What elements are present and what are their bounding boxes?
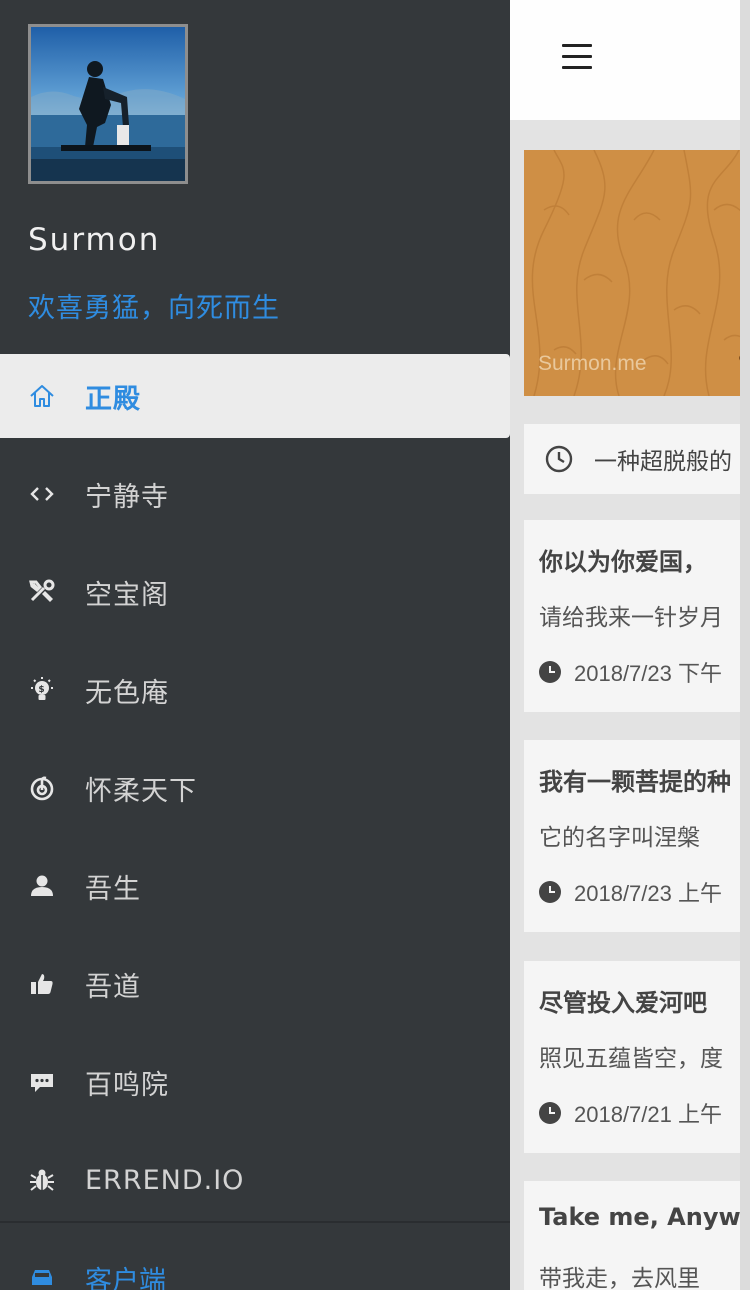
article-description: 带我走，去风里 xyxy=(539,1266,700,1290)
article-description: 请给我来一针岁月 xyxy=(539,605,723,631)
menu-item-home[interactable]: 正殿 xyxy=(0,354,510,438)
menu-item-label: ERREND.IO xyxy=(85,1164,245,1196)
banner-caption: Surmon.me xyxy=(538,352,647,375)
time-icon xyxy=(539,661,561,683)
menu-toggle-button[interactable] xyxy=(562,44,592,70)
clock-icon xyxy=(544,444,574,474)
home-icon xyxy=(28,381,56,411)
hamburger-line xyxy=(562,55,592,58)
menu-item-about[interactable]: 吾生 xyxy=(0,837,510,935)
article-card[interactable]: 你以为你爱国， 请给我来一针岁月 2018/7/23 下午 xyxy=(524,520,740,712)
comment-icon xyxy=(28,1067,56,1097)
article-date: 2018/7/21 上午 xyxy=(574,1102,722,1127)
article-description: 它的名字叫涅槃 xyxy=(539,825,700,851)
menu-item-ideas[interactable]: $ 无色庵 xyxy=(0,641,510,739)
top-header xyxy=(510,0,740,120)
avatar[interactable] xyxy=(28,24,188,184)
menu-item-label: 百鸣院 xyxy=(85,1069,169,1101)
menu-item-label: 吾道 xyxy=(85,971,141,1003)
menu-item-label: 吾生 xyxy=(85,873,141,905)
article-date: 2018/7/23 下午 xyxy=(574,661,722,686)
announcement-text: 一种超脱般的 xyxy=(594,449,732,475)
menu-item-errend[interactable]: ERREND.IO xyxy=(0,1131,510,1229)
menu-item-code[interactable]: 宁静寺 xyxy=(0,445,510,543)
menu-item-client[interactable]: 客户端 xyxy=(0,1258,510,1290)
main-content: Surmon.me 一种超脱般的 你以为你爱国， 请给我来一针岁月 2018/7… xyxy=(510,0,740,1290)
nav-drawer: Surmon 欢喜勇猛，向死而生 正殿 宁静寺 空宝阁 $ 无色庵 怀柔天下 吾… xyxy=(0,0,510,1290)
article-card[interactable]: 我有一颗菩提的种 它的名字叫涅槃 2018/7/23 上午 xyxy=(524,740,740,932)
article-title[interactable]: 我有一颗菩提的种 xyxy=(539,762,731,797)
car-icon xyxy=(28,1261,56,1290)
time-icon xyxy=(539,881,561,903)
brand-slogan: 欢喜勇猛，向死而生 xyxy=(28,293,280,324)
nav-menu: 正殿 宁静寺 空宝阁 $ 无色庵 怀柔天下 吾生 吾道 百鸣院 ERREND.I… xyxy=(0,354,510,1229)
article-date: 2018/7/23 上午 xyxy=(574,881,722,906)
lightbulb-icon: $ xyxy=(28,675,56,705)
user-icon xyxy=(28,871,56,901)
article-description: 照见五蕴皆空，度 xyxy=(539,1046,723,1072)
thumbs-up-icon xyxy=(28,969,56,999)
menu-divider xyxy=(0,1221,510,1223)
article-title[interactable]: Take me, Anywh xyxy=(539,1203,740,1231)
hamburger-line xyxy=(562,44,592,47)
svg-text:$: $ xyxy=(38,685,45,695)
menu-item-tools[interactable]: 空宝阁 xyxy=(0,543,510,641)
menu-item-sponsor[interactable]: 吾道 xyxy=(0,935,510,1033)
article-title[interactable]: 尽管投入爱河吧 xyxy=(539,983,707,1018)
tools-icon xyxy=(28,577,56,607)
menu-item-guestbook[interactable]: 百鸣院 xyxy=(0,1033,510,1131)
time-icon xyxy=(539,1102,561,1124)
avatar-photo xyxy=(31,27,185,181)
menu-item-label: 客户端 xyxy=(85,1265,166,1290)
scroll-edge xyxy=(740,0,750,1290)
article-meta: 2018/7/23 上午 xyxy=(539,876,722,908)
bug-icon xyxy=(28,1165,56,1195)
article-meta: 2018/7/23 下午 xyxy=(539,656,722,688)
netease-music-icon xyxy=(28,773,56,803)
article-title[interactable]: 你以为你爱国， xyxy=(539,542,707,577)
menu-item-label: 空宝阁 xyxy=(85,579,169,611)
menu-item-label: 怀柔天下 xyxy=(85,775,197,807)
code-icon xyxy=(28,479,56,509)
menu-item-label: 宁静寺 xyxy=(85,481,169,513)
menu-item-label: 无色庵 xyxy=(85,677,169,709)
hamburger-line xyxy=(562,66,592,69)
article-meta: 2018/7/21 上午 xyxy=(539,1097,722,1129)
menu-item-music[interactable]: 怀柔天下 xyxy=(0,739,510,837)
announcement-bar[interactable]: 一种超脱般的 xyxy=(524,424,740,494)
article-card[interactable]: Take me, Anywh 带我走，去风里 xyxy=(524,1181,740,1290)
brand-name: Surmon xyxy=(28,222,161,258)
menu-item-label: 正殿 xyxy=(85,383,141,415)
article-card[interactable]: 尽管投入爱河吧 照见五蕴皆空，度 2018/7/21 上午 xyxy=(524,961,740,1153)
